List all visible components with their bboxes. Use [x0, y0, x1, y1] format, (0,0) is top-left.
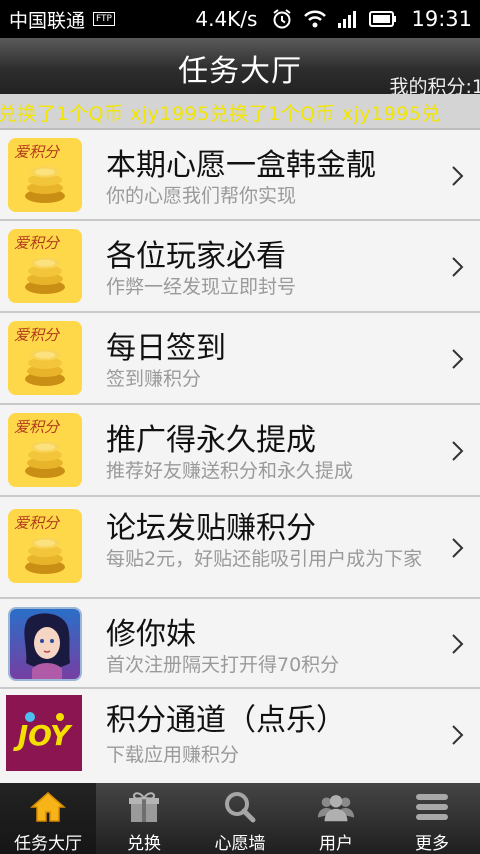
tab-label: 兑换 — [127, 834, 161, 854]
coins-icon: 爱积分 — [8, 509, 82, 583]
task-title: 修你妹 — [106, 617, 196, 652]
task-title: 每日签到 — [106, 331, 226, 366]
tab-label: 更多 — [415, 834, 449, 854]
title-bar: 任务大厅 我的积分:1 — [0, 38, 480, 98]
task-title: 积分通道（点乐） — [106, 703, 346, 738]
task-list: 爱积分 本期心愿一盒韩金靓 你的心愿我们帮你实现 爱积分 各位玩家必看 作弊一经… — [0, 132, 480, 781]
task-title: 本期心愿一盒韩金靓 — [106, 148, 376, 183]
joy-logo-icon: JOY — [6, 695, 82, 771]
tab-label: 任务大厅 — [14, 834, 82, 854]
announcement-marquee: 兑换了1个Q币 xjy1995兑换了1个Q币 xjy1995兑 — [0, 94, 480, 130]
svg-text:爱积分: 爱积分 — [14, 514, 61, 532]
battery-icon — [369, 10, 397, 28]
task-item[interactable]: 爱积分 每日签到 签到赚积分 — [0, 313, 480, 405]
menu-icon — [412, 789, 452, 825]
coins-icon: 爱积分 — [8, 138, 82, 212]
marquee-text: 兑换了1个Q币 xjy1995兑换了1个Q币 xjy1995兑 — [0, 103, 441, 125]
task-item[interactable]: JOY 积分通道（点乐） 下载应用赚积分 — [0, 689, 480, 781]
task-subtitle: 签到赚积分 — [106, 368, 202, 390]
task-subtitle: 首次注册隔天打开得70积分 — [106, 654, 340, 676]
network-speed: 4.4K/s — [195, 7, 258, 31]
task-subtitle: 你的心愿我们帮你实现 — [106, 185, 297, 207]
task-subtitle: 下载应用赚积分 — [106, 744, 240, 766]
chevron-right-icon — [452, 634, 464, 654]
task-item[interactable]: 爱积分 各位玩家必看 作弊一经发现立即封号 — [0, 221, 480, 313]
svg-text:爱积分: 爱积分 — [14, 326, 61, 344]
clock-time: 19:31 — [411, 7, 472, 31]
tab-user[interactable]: 用户 — [288, 783, 384, 854]
tab-task-hall[interactable]: 任务大厅 — [0, 783, 96, 854]
task-item[interactable]: 修你妹 首次注册隔天打开得70积分 — [0, 599, 480, 689]
wifi-icon — [303, 9, 327, 29]
chevron-right-icon — [452, 257, 464, 277]
chevron-right-icon — [452, 441, 464, 461]
task-subtitle: 作弊一经发现立即封号 — [106, 276, 297, 298]
chevron-right-icon — [452, 166, 464, 186]
search-icon — [220, 789, 260, 825]
tab-label: 用户 — [319, 834, 353, 854]
coins-icon: 爱积分 — [8, 413, 82, 487]
chevron-right-icon — [452, 725, 464, 745]
tab-exchange[interactable]: 兑换 — [96, 783, 192, 854]
coins-icon: 爱积分 — [8, 229, 82, 303]
alarm-icon — [271, 8, 293, 30]
task-item[interactable]: 爱积分 本期心愿一盒韩金靓 你的心愿我们帮你实现 — [0, 132, 480, 221]
task-subtitle: 推荐好友赚送积分和永久提成 — [106, 460, 354, 482]
carrier-name: 中国联通 — [9, 9, 86, 32]
game-avatar-icon — [8, 607, 82, 681]
signal-icon — [337, 9, 359, 29]
task-title: 各位玩家必看 — [106, 239, 286, 274]
chevron-right-icon — [452, 538, 464, 558]
bottom-navigation: 任务大厅 兑换 心愿墙 用户 更多 — [0, 783, 480, 854]
svg-text:爱积分: 爱积分 — [14, 143, 61, 161]
coins-icon: 爱积分 — [8, 321, 82, 395]
tab-label: 心愿墙 — [214, 834, 266, 854]
chevron-right-icon — [452, 349, 464, 369]
users-icon — [316, 789, 356, 825]
task-item[interactable]: 爱积分 论坛发贴赚积分 每贴2元，好贴还能吸引用户成为下家 — [0, 497, 480, 599]
tab-wish-wall[interactable]: 心愿墙 — [192, 783, 288, 854]
task-title: 推广得永久提成 — [106, 423, 316, 458]
status-bar: 中国联通 FTP 4.4K/s 19:31 — [0, 0, 480, 38]
tab-more[interactable]: 更多 — [384, 783, 480, 854]
home-icon — [28, 789, 68, 825]
task-subtitle: 每贴2元，好贴还能吸引用户成为下家 — [106, 548, 423, 570]
task-item[interactable]: 爱积分 推广得永久提成 推荐好友赚送积分和永久提成 — [0, 405, 480, 497]
svg-text:JOY: JOY — [13, 719, 73, 752]
gift-icon — [124, 789, 164, 825]
svg-text:爱积分: 爱积分 — [14, 418, 61, 436]
task-title: 论坛发贴赚积分 — [106, 511, 316, 546]
ftp-badge: FTP — [93, 12, 115, 26]
svg-text:爱积分: 爱积分 — [14, 234, 61, 252]
